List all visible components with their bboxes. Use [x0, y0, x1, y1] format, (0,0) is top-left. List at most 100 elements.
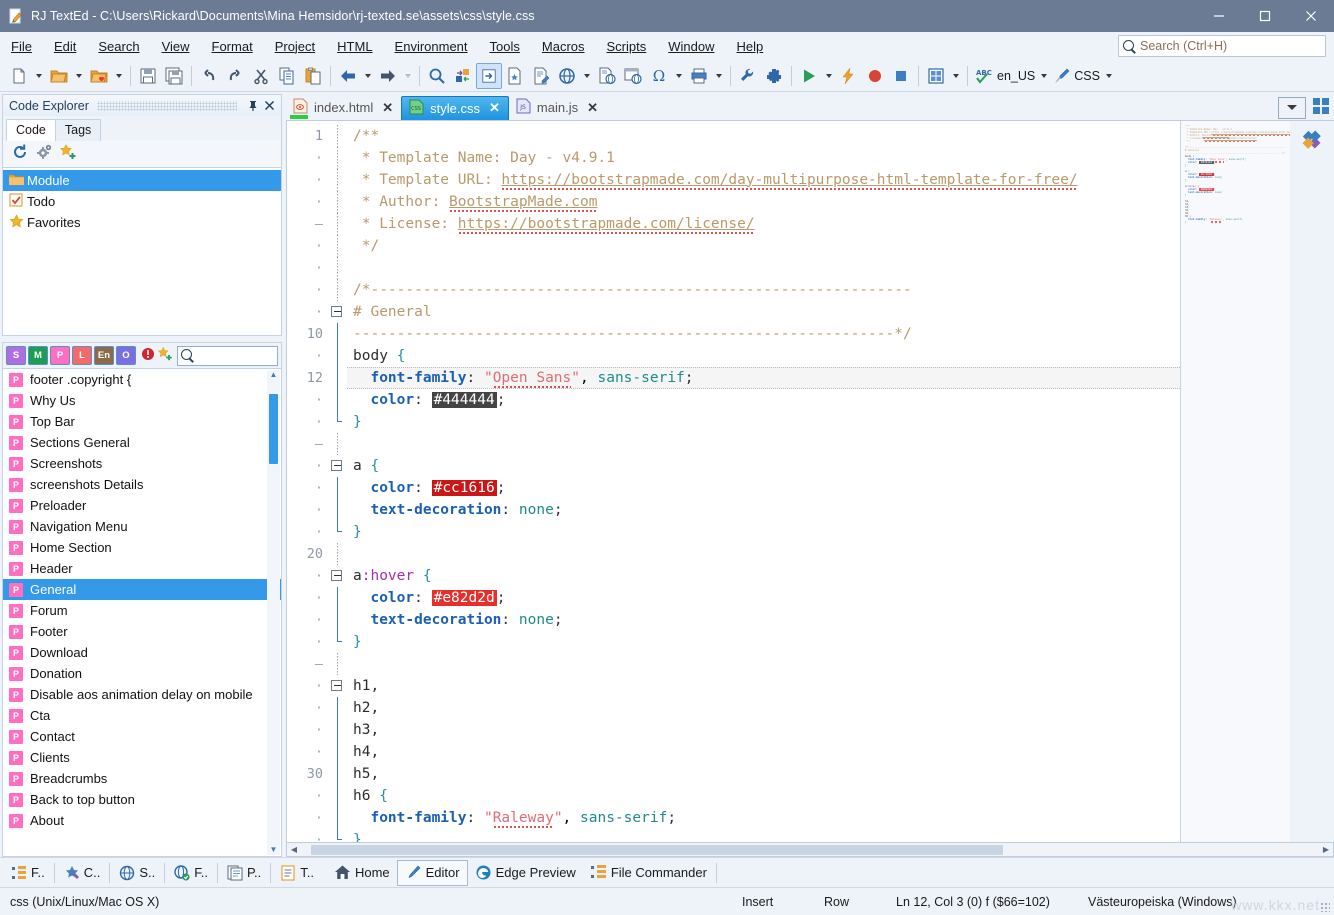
- new-file-dropdown-icon[interactable]: [36, 74, 42, 78]
- bottom-tab-structure[interactable]: F..: [4, 860, 52, 886]
- fold-marker[interactable]: [329, 147, 347, 169]
- fast-run-icon[interactable]: [836, 63, 862, 89]
- bottom-tab-editor[interactable]: Editor: [397, 860, 468, 886]
- code-line[interactable]: }: [347, 631, 1180, 653]
- symbol-list-item[interactable]: PPreloader: [3, 495, 281, 516]
- fold-marker[interactable]: [329, 125, 347, 147]
- hscroll-track[interactable]: [301, 845, 1319, 855]
- symbol-list-item[interactable]: PCta: [3, 705, 281, 726]
- menu-file[interactable]: File: [0, 35, 43, 58]
- scroll-up-icon[interactable]: ▲: [269, 370, 278, 380]
- edit-page-icon[interactable]: [528, 63, 554, 89]
- code-line[interactable]: [347, 433, 1180, 455]
- code-line[interactable]: h6 {: [347, 785, 1180, 807]
- panel-drag-grip[interactable]: [97, 101, 237, 111]
- copy-icon[interactable]: [274, 63, 300, 89]
- error-icon[interactable]: [141, 347, 155, 364]
- symbol-list-item[interactable]: PBack to top button: [3, 789, 281, 810]
- undo-icon[interactable]: [196, 63, 222, 89]
- maximize-button[interactable]: [1242, 0, 1288, 32]
- fold-collapse-icon[interactable]: [331, 680, 342, 691]
- bottom-tab-pages[interactable]: P..: [220, 860, 268, 886]
- split-view-icon[interactable]: [1312, 97, 1330, 118]
- symbol-list-item[interactable]: PScreenshots: [3, 453, 281, 474]
- doc-tab-close-icon[interactable]: ✕: [489, 100, 500, 116]
- doc-tab-style-css[interactable]: CSS style.css ✕: [401, 96, 509, 120]
- tree-item-favorites[interactable]: Favorites: [3, 212, 281, 233]
- symbol-list-item[interactable]: PBreadcrumbs: [3, 768, 281, 789]
- code-line[interactable]: color: #444444;: [347, 389, 1180, 411]
- find-icon[interactable]: [424, 63, 450, 89]
- fold-marker[interactable]: [329, 345, 347, 367]
- fold-marker[interactable]: [329, 763, 347, 785]
- menu-project[interactable]: Project: [264, 35, 326, 58]
- plugins-icon[interactable]: [761, 63, 787, 89]
- syntax-button[interactable]: CSS: [1051, 63, 1102, 89]
- add-favorite-icon[interactable]: [157, 346, 173, 365]
- bottom-tab-file-commander[interactable]: File Commander: [583, 860, 714, 886]
- filter-button-m[interactable]: M: [28, 346, 48, 365]
- pin-icon[interactable]: [245, 98, 261, 114]
- run-dropdown-icon[interactable]: [826, 74, 832, 78]
- symbol-list-item[interactable]: PHeader: [3, 558, 281, 579]
- stop-macro-icon[interactable]: [888, 63, 914, 89]
- cut-icon[interactable]: [248, 63, 274, 89]
- tab-code[interactable]: Code: [6, 119, 56, 141]
- symbol-list-item[interactable]: Pscreenshots Details: [3, 474, 281, 495]
- syntax-dropdown-icon[interactable]: [1106, 74, 1112, 78]
- bottom-tab-site[interactable]: S..: [112, 860, 162, 886]
- fold-marker[interactable]: [329, 697, 347, 719]
- global-search-box[interactable]: Search (Ctrl+H): [1118, 35, 1326, 57]
- menu-view[interactable]: View: [151, 35, 201, 58]
- fold-marker[interactable]: [329, 235, 347, 257]
- code-text-area[interactable]: /** * Template Name: Day - v4.9.1 * Temp…: [347, 121, 1180, 842]
- tree-item-todo[interactable]: Todo: [3, 191, 281, 212]
- bottom-tab-home[interactable]: Home: [327, 860, 397, 886]
- code-line[interactable]: * Template URL: https://bootstrapmade.co…: [347, 169, 1180, 191]
- code-line[interactable]: * Author: BootstrapMade.com: [347, 191, 1180, 213]
- symbol-list-item[interactable]: PDisable aos animation delay on mobile: [3, 684, 281, 705]
- back-dropdown-icon[interactable]: [365, 74, 371, 78]
- bottom-tab-todo[interactable]: T..: [273, 860, 321, 886]
- code-line[interactable]: font-family: "Open Sans", sans-serif;: [347, 367, 1180, 389]
- fold-marker[interactable]: [329, 631, 347, 653]
- code-line[interactable]: * License: https://bootstrapmade.com/lic…: [347, 213, 1180, 235]
- open-favorite-icon[interactable]: [86, 63, 112, 89]
- symbol-list-item[interactable]: PTop Bar: [3, 411, 281, 432]
- code-line[interactable]: /*--------------------------------------…: [347, 279, 1180, 301]
- fold-marker[interactable]: [329, 279, 347, 301]
- symbol-list-item[interactable]: Pfooter .copyright {: [3, 369, 281, 390]
- symbol-list-scrollbar[interactable]: ▲ ▼: [267, 370, 280, 855]
- symbol-list-item[interactable]: PWhy Us: [3, 390, 281, 411]
- symbol-list-item[interactable]: PSections General: [3, 432, 281, 453]
- fold-marker[interactable]: [329, 785, 347, 807]
- fold-marker[interactable]: [329, 653, 347, 675]
- fold-marker[interactable]: [329, 587, 347, 609]
- bottom-tab-ftp[interactable]: F..: [167, 860, 215, 886]
- code-line[interactable]: color: #cc1616;: [347, 477, 1180, 499]
- browser-preview-icon[interactable]: [620, 63, 646, 89]
- code-line[interactable]: h2,: [347, 697, 1180, 719]
- fold-marker[interactable]: [329, 213, 347, 235]
- symbol-list-item[interactable]: PClients: [3, 747, 281, 768]
- filter-button-en[interactable]: En: [94, 346, 114, 365]
- code-line[interactable]: font-family: "Raleway", sans-serif;: [347, 807, 1180, 829]
- symbol-list-item[interactable]: PNavigation Menu: [3, 516, 281, 537]
- preview-browser-dropdown-icon[interactable]: [584, 74, 590, 78]
- symbol-list[interactable]: Pfooter .copyright {PWhy UsPTop BarPSect…: [2, 368, 282, 857]
- fold-marker[interactable]: [329, 301, 347, 323]
- paste-icon[interactable]: [300, 63, 326, 89]
- run-icon[interactable]: [796, 63, 822, 89]
- fold-marker[interactable]: [329, 741, 347, 763]
- new-file-icon[interactable]: [6, 63, 32, 89]
- code-line[interactable]: h3,: [347, 719, 1180, 741]
- scrollbar-thumb[interactable]: [269, 394, 278, 464]
- code-line[interactable]: */: [347, 235, 1180, 257]
- open-file-icon[interactable]: [46, 63, 72, 89]
- editor-horizontal-scrollbar[interactable]: ◀ ▶: [286, 843, 1334, 857]
- refresh-icon[interactable]: [11, 143, 29, 164]
- fold-marker[interactable]: [329, 455, 347, 477]
- fold-collapse-icon[interactable]: [331, 460, 342, 471]
- hscroll-thumb[interactable]: [311, 845, 1003, 855]
- code-line[interactable]: body {: [347, 345, 1180, 367]
